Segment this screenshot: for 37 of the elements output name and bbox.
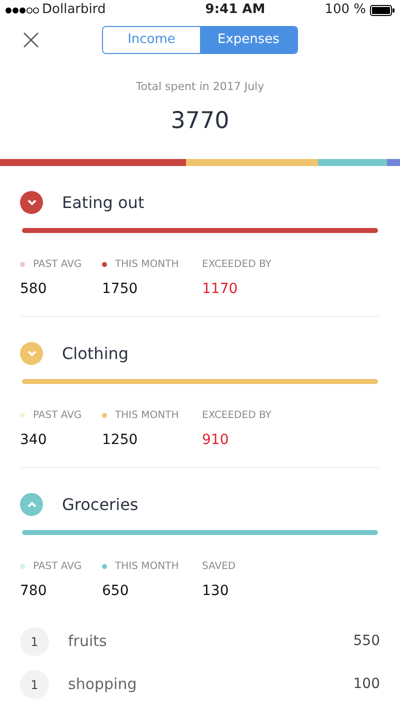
carrier-name: Dollarbird [42, 1, 106, 20]
item-amount: 100 [353, 675, 380, 694]
stat-label: PAST AVG [33, 408, 82, 422]
summary-label: Total spent in 2017 July [136, 79, 264, 95]
stat-label: THIS MONTH [115, 560, 179, 574]
stat-label: THIS MONTH [115, 408, 179, 422]
category-name: Clothing [62, 342, 129, 364]
stat-value: 910 [202, 431, 230, 450]
stat-value: 340 [20, 431, 48, 450]
stat-label: PAST AVG [33, 258, 82, 272]
count-badge: 1 [20, 670, 49, 699]
clock-time: 9:41 AM [205, 1, 266, 20]
battery-icon [370, 4, 395, 16]
battery-percent: 100 % [324, 1, 366, 20]
stat-value: 580 [20, 280, 48, 299]
segment-tab[interactable]: Expenses [200, 27, 297, 53]
close-button[interactable] [22, 31, 40, 49]
stat-value: 780 [20, 582, 48, 601]
stat-label: SAVED [202, 560, 236, 574]
count-badge: 1 [20, 627, 49, 656]
category-name: Eating out [62, 192, 144, 214]
stat-label: EXCEEDED BY [202, 258, 272, 272]
item-name: shopping [68, 674, 138, 696]
signal-icon [5, 6, 39, 14]
stat-value: 130 [202, 582, 230, 601]
stat-label: EXCEEDED BY [202, 408, 272, 422]
category-name: Groceries [62, 494, 138, 516]
item-amount: 550 [353, 632, 380, 651]
stat-label: PAST AVG [33, 560, 82, 574]
stat-value: 1750 [102, 280, 139, 299]
item-name: fruits [68, 631, 108, 652]
stat-value: 650 [102, 582, 130, 601]
total-amount: 3770 [170, 106, 230, 136]
stat-label: THIS MONTH [115, 258, 179, 272]
chevron-icon[interactable] [20, 191, 43, 214]
stat-value: 1170 [202, 280, 239, 299]
stat-value: 1250 [102, 431, 139, 450]
